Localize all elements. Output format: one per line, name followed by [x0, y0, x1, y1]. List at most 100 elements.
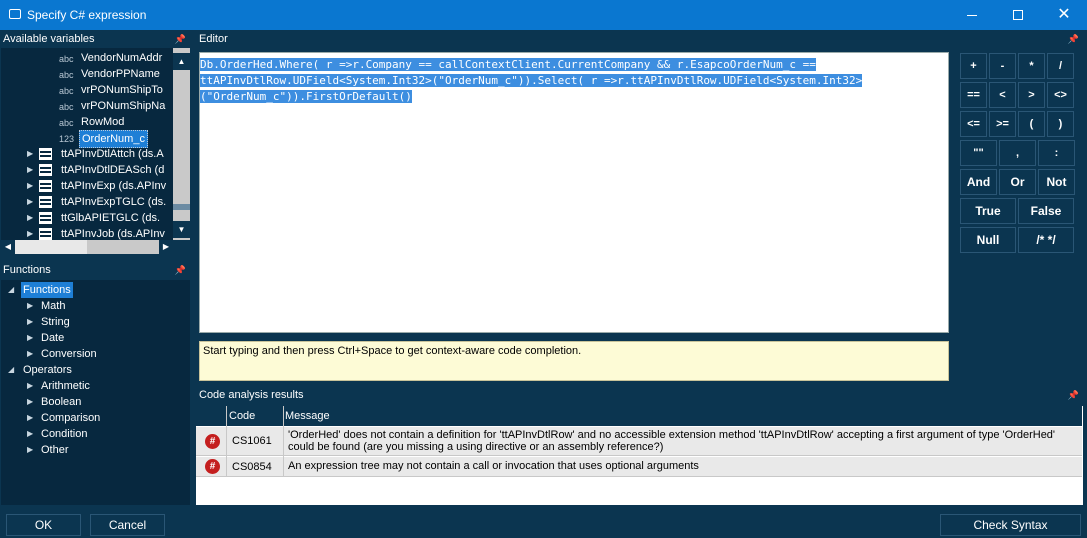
- string-type-icon: abc: [59, 54, 74, 64]
- collapse-arrow-icon[interactable]: ◢: [8, 282, 14, 298]
- ok-button[interactable]: OK: [6, 514, 81, 536]
- cancel-button[interactable]: Cancel: [90, 514, 165, 536]
- variable-name: RowMod: [81, 116, 125, 128]
- and-key[interactable]: And: [960, 169, 997, 195]
- true-key[interactable]: True: [960, 198, 1016, 224]
- table-name: ttAPInvDtlAttch (ds.A: [61, 148, 164, 160]
- expand-arrow-icon[interactable]: ▶: [27, 330, 33, 346]
- null-key[interactable]: Null: [960, 227, 1016, 253]
- expand-arrow-icon[interactable]: ▶: [27, 346, 33, 362]
- expand-arrow-icon[interactable]: ▶: [27, 146, 33, 162]
- variables-tree[interactable]: abc VendorNumAddr abc VendorPPName abc v…: [1, 48, 173, 240]
- expand-arrow-icon[interactable]: ▶: [27, 162, 33, 178]
- column-header-message[interactable]: Message: [285, 406, 330, 426]
- pin-icon[interactable]: 📌: [175, 31, 186, 47]
- expand-arrow-icon[interactable]: ▶: [27, 226, 33, 240]
- title-bar: Specify C# expression ✕: [0, 0, 1087, 30]
- expand-arrow-icon[interactable]: ▶: [27, 410, 33, 426]
- pin-icon[interactable]: 📌: [175, 262, 186, 278]
- column-header-code[interactable]: Code: [229, 406, 255, 426]
- error-icon: #: [205, 459, 220, 474]
- variables-horizontal-scrollbar[interactable]: ◀ ▶: [1, 240, 173, 254]
- expand-arrow-icon[interactable]: ▶: [27, 394, 33, 410]
- scroll-left-icon[interactable]: ◀: [1, 240, 15, 254]
- table-icon: [39, 196, 52, 208]
- scroll-up-icon[interactable]: ▲: [173, 53, 190, 70]
- table-icon: [39, 180, 52, 192]
- string-type-icon: abc: [59, 70, 74, 80]
- table-name: ttAPInvJob (ds.APInv: [61, 228, 165, 240]
- multiply-key[interactable]: *: [1018, 53, 1045, 79]
- table-row[interactable]: # CS0854 An expression tree may not cont…: [196, 457, 1082, 477]
- pin-icon[interactable]: 📌: [1068, 387, 1079, 403]
- comma-key[interactable]: ,: [999, 140, 1036, 166]
- column-divider: [283, 406, 284, 477]
- functions-tree[interactable]: ◢ Functions ▶ Math ▶ String ▶ Date ▶ Con…: [1, 280, 190, 505]
- divide-key[interactable]: /: [1047, 53, 1074, 79]
- maximize-button[interactable]: [995, 0, 1041, 30]
- table-icon: [39, 164, 52, 176]
- editor-panel-title: Editor: [199, 33, 228, 45]
- variable-name: vrPONumShipTo: [81, 84, 163, 96]
- not-key[interactable]: Not: [1038, 169, 1075, 195]
- code-text[interactable]: Db.OrderHed.Where( r =>r.Company == call…: [200, 57, 945, 105]
- close-button[interactable]: ✕: [1041, 0, 1087, 30]
- close-paren-key[interactable]: ): [1047, 111, 1074, 137]
- pin-icon[interactable]: 📌: [1068, 31, 1079, 47]
- expand-arrow-icon[interactable]: ▶: [27, 298, 33, 314]
- scroll-thumb[interactable]: [15, 240, 87, 254]
- check-syntax-button[interactable]: Check Syntax: [940, 514, 1081, 536]
- code-editor[interactable]: Db.OrderHed.Where( r =>r.Company == call…: [199, 52, 949, 333]
- variables-vertical-scrollbar[interactable]: ▲ ▼: [173, 48, 190, 240]
- table-name: ttAPInvDtlDEASch (d: [61, 164, 165, 176]
- error-message: An expression tree may not contain a cal…: [288, 460, 699, 472]
- minimize-button[interactable]: [949, 0, 995, 30]
- variables-panel-title: Available variables: [3, 33, 95, 45]
- code-line: Db.OrderHed.Where( r =>r.Company == call…: [200, 58, 816, 71]
- colon-key[interactable]: :: [1038, 140, 1075, 166]
- grid-header: Code Message: [196, 406, 1082, 426]
- expand-arrow-icon[interactable]: ▶: [27, 378, 33, 394]
- not-equal-key[interactable]: <>: [1047, 82, 1074, 108]
- scroll-down-icon[interactable]: ▼: [173, 221, 190, 238]
- less-than-key[interactable]: <: [989, 82, 1016, 108]
- scroll-right-icon[interactable]: ▶: [159, 240, 173, 254]
- table-icon: [39, 212, 52, 224]
- expand-arrow-icon[interactable]: ▶: [27, 194, 33, 210]
- table-name: ttGlbAPIETGLC (ds.: [61, 212, 161, 224]
- scroll-thumb[interactable]: [173, 204, 190, 210]
- greater-than-key[interactable]: >: [1018, 82, 1045, 108]
- or-key[interactable]: Or: [999, 169, 1036, 195]
- string-type-icon: abc: [59, 118, 74, 128]
- expand-arrow-icon[interactable]: ▶: [27, 442, 33, 458]
- collapse-arrow-icon[interactable]: ◢: [8, 362, 14, 378]
- table-icon: [39, 148, 52, 160]
- maximize-icon: [1013, 10, 1023, 20]
- greater-equal-key[interactable]: >=: [989, 111, 1016, 137]
- functions-panel-title: Functions: [3, 264, 51, 276]
- completion-hint: Start typing and then press Ctrl+Space t…: [199, 341, 949, 381]
- quotes-key[interactable]: "": [960, 140, 997, 166]
- table-row[interactable]: # CS1061 'OrderHed' does not contain a d…: [196, 427, 1082, 456]
- string-type-icon: abc: [59, 86, 74, 96]
- analysis-panel-header: Code analysis results 📌: [196, 387, 1083, 403]
- error-message: 'OrderHed' does not contain a definition…: [288, 429, 1056, 453]
- table-name: ttAPInvExpTGLC (ds.: [61, 196, 167, 208]
- expand-arrow-icon[interactable]: ▶: [27, 210, 33, 226]
- expand-arrow-icon[interactable]: ▶: [27, 314, 33, 330]
- expand-arrow-icon[interactable]: ▶: [27, 178, 33, 194]
- minus-key[interactable]: -: [989, 53, 1016, 79]
- false-key[interactable]: False: [1018, 198, 1074, 224]
- variable-name: VendorPPName: [81, 68, 160, 80]
- comment-key[interactable]: /* */: [1018, 227, 1074, 253]
- open-paren-key[interactable]: (: [1018, 111, 1045, 137]
- error-code: CS1061: [232, 435, 272, 447]
- plus-key[interactable]: +: [960, 53, 987, 79]
- less-equal-key[interactable]: <=: [960, 111, 987, 137]
- expand-arrow-icon[interactable]: ▶: [27, 426, 33, 442]
- variable-name: VendorNumAddr: [81, 52, 163, 64]
- minimize-icon: [967, 15, 977, 16]
- variable-name: vrPONumShipNa: [81, 100, 166, 112]
- variables-panel-header: Available variables 📌: [0, 31, 190, 47]
- equals-key[interactable]: ==: [960, 82, 987, 108]
